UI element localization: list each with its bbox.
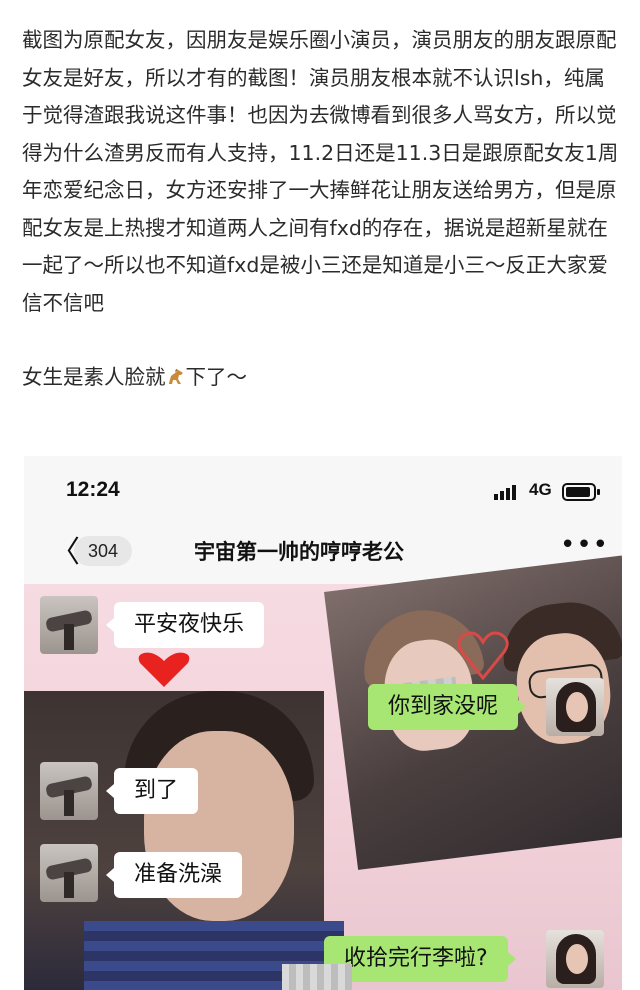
avatar-leg bbox=[64, 624, 74, 650]
couple-photo-left bbox=[24, 691, 344, 990]
avatar-contact[interactable] bbox=[40, 762, 98, 820]
message-bubble[interactable]: 你到家没呢 bbox=[368, 684, 527, 730]
avatar-self[interactable] bbox=[546, 930, 604, 988]
message-bubble[interactable]: 到了 bbox=[105, 768, 199, 814]
message-bubble[interactable]: 平安夜快乐 bbox=[105, 602, 265, 648]
battery-icon bbox=[562, 483, 600, 501]
post-paragraph-2-end: 下了～ bbox=[185, 365, 248, 389]
mosaic-block bbox=[282, 964, 352, 990]
chat-screenshot: 12:24 4G 〈 304 宇宙第一帅的哼哼老公 ••• 平安夜快乐 你到家没… bbox=[24, 456, 622, 990]
avatar-self[interactable] bbox=[546, 678, 604, 736]
post-text: 截图为原配女友，因朋友是娱乐圈小演员，演员朋友的朋友跟原配女友是好友，所以才有的… bbox=[22, 22, 622, 397]
message-bubble[interactable]: 准备洗澡 bbox=[105, 852, 243, 898]
unread-count-badge[interactable]: 304 bbox=[74, 536, 132, 566]
signal-icon bbox=[494, 485, 516, 500]
avatar-leg bbox=[64, 872, 74, 898]
avatar-contact[interactable] bbox=[40, 596, 98, 654]
avatar-contact[interactable] bbox=[40, 844, 98, 902]
heart-outline-icon bbox=[457, 631, 509, 681]
more-icon[interactable]: ••• bbox=[560, 530, 609, 560]
avatar-leg bbox=[64, 790, 74, 816]
horse-emoji-icon bbox=[168, 369, 183, 384]
status-bar: 12:24 4G bbox=[24, 456, 622, 528]
heart-icon bbox=[138, 652, 190, 687]
post-paragraph-1: 截图为原配女友，因朋友是娱乐圈小演员，演员朋友的朋友跟原配女友是好友，所以才有的… bbox=[22, 28, 619, 315]
status-time: 12:24 bbox=[66, 478, 120, 501]
network-type: 4G bbox=[529, 480, 552, 499]
post-paragraph-2: 女生是素人脸就 下了～ bbox=[22, 359, 622, 397]
post-paragraph-2-start: 女生是素人脸就 bbox=[22, 365, 166, 389]
avatar-face bbox=[566, 944, 588, 974]
chat-title: 宇宙第一帅的哼哼老公 bbox=[194, 540, 404, 564]
avatar-face bbox=[566, 692, 588, 722]
